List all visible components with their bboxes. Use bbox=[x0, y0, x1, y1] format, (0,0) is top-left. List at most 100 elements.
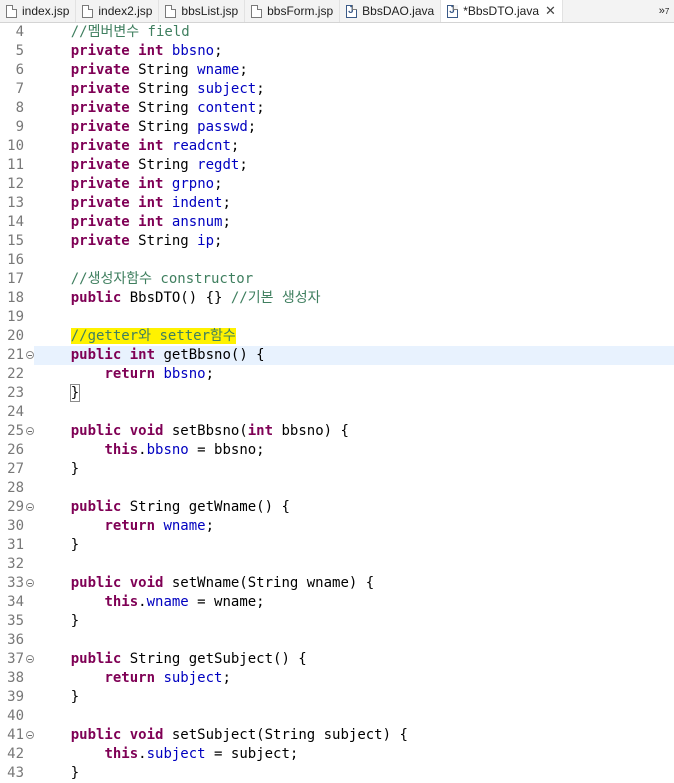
code-line[interactable]: 21 public int getBbsno() { bbox=[0, 346, 674, 365]
code-text: } bbox=[37, 612, 79, 631]
code-text: private String passwd; bbox=[37, 118, 256, 137]
code-token: indent bbox=[171, 195, 223, 211]
code-line[interactable]: 28 bbox=[0, 479, 674, 498]
code-text: //생성자함수 constructor bbox=[37, 270, 253, 289]
code-token: ; bbox=[230, 138, 240, 154]
code-token: //기본 생성자 bbox=[230, 290, 321, 306]
code-line[interactable]: 14 private int ansnum; bbox=[0, 213, 674, 232]
code-token: int bbox=[138, 214, 164, 230]
code-line[interactable]: 38 return subject; bbox=[0, 669, 674, 688]
code-line[interactable]: 33 public void setWname(String wname) { bbox=[0, 574, 674, 593]
code-line[interactable]: 27 } bbox=[0, 460, 674, 479]
line-number: 15 bbox=[7, 233, 24, 249]
code-editor[interactable]: 4 //멤버변수 field 5 private int bbsno; 6 priv… bbox=[0, 23, 674, 783]
line-number: 22 bbox=[7, 366, 24, 382]
code-line[interactable]: 29 public String getWname() { bbox=[0, 498, 674, 517]
code-token: String bbox=[129, 157, 198, 173]
code-line[interactable]: 8 private String content; bbox=[0, 99, 674, 118]
code-token: wname bbox=[146, 594, 189, 610]
tab-bbsdao-java[interactable]: BbsDAO.java bbox=[340, 0, 442, 22]
line-number: 21 bbox=[7, 347, 24, 363]
code-token: } bbox=[37, 689, 80, 705]
code-token: private bbox=[70, 100, 130, 116]
code-line[interactable]: 41 public void setSubject(String subject… bbox=[0, 726, 674, 745]
code-line[interactable]: 35 } bbox=[0, 612, 674, 631]
java-file-icon bbox=[346, 4, 358, 18]
code-token: grpno bbox=[171, 176, 215, 192]
line-number: 7 bbox=[15, 81, 24, 97]
collapse-fold-icon[interactable] bbox=[26, 579, 34, 587]
line-number: 9 bbox=[15, 119, 24, 135]
code-token: . bbox=[138, 746, 147, 762]
code-line[interactable]: 11 private String regdt; bbox=[0, 156, 674, 175]
code-line[interactable]: 16 bbox=[0, 251, 674, 270]
code-line[interactable]: 5 private int bbsno; bbox=[0, 42, 674, 61]
code-line[interactable]: 10 private int readcnt; bbox=[0, 137, 674, 156]
code-line[interactable]: 31 } bbox=[0, 536, 674, 555]
jsp-file-icon bbox=[82, 4, 94, 18]
collapse-fold-icon[interactable] bbox=[26, 351, 34, 359]
line-number: 41 bbox=[7, 727, 24, 743]
code-text: public void setBbsno(int bbsno) { bbox=[37, 422, 349, 441]
code-line[interactable]: 43 } bbox=[0, 764, 674, 783]
code-line[interactable]: 19 bbox=[0, 308, 674, 327]
code-line[interactable]: 37 public String getSubject() { bbox=[0, 650, 674, 669]
code-token: private bbox=[70, 138, 130, 154]
code-line[interactable]: 17 //생성자함수 constructor bbox=[0, 270, 674, 289]
code-line[interactable]: 32 bbox=[0, 555, 674, 574]
code-token: String bbox=[129, 119, 198, 135]
tab-index2-jsp[interactable]: index2.jsp bbox=[76, 0, 160, 22]
line-gutter: 37 bbox=[0, 650, 34, 669]
line-gutter: 10 bbox=[0, 137, 34, 156]
code-line[interactable]: 40 bbox=[0, 707, 674, 726]
line-number: 13 bbox=[7, 195, 24, 211]
tab-bbsdto-java[interactable]: *BbsDTO.java ✕ bbox=[441, 0, 563, 22]
collapse-fold-icon[interactable] bbox=[26, 503, 34, 511]
code-line[interactable]: 25 public void setBbsno(int bbsno) { bbox=[0, 422, 674, 441]
tab-bbsform-jsp[interactable]: bbsForm.jsp bbox=[245, 0, 341, 22]
code-text: } bbox=[37, 764, 79, 783]
line-gutter: 5 bbox=[0, 42, 34, 61]
code-text: private String subject; bbox=[37, 80, 265, 99]
collapse-fold-icon[interactable] bbox=[26, 655, 34, 663]
line-number: 10 bbox=[7, 138, 24, 154]
line-gutter: 32 bbox=[0, 555, 34, 574]
code-line[interactable]: 39 } bbox=[0, 688, 674, 707]
code-token: //getter와 setter함수 bbox=[70, 328, 236, 344]
code-token: return bbox=[104, 670, 156, 686]
code-line[interactable]: 24 bbox=[0, 403, 674, 422]
tab-bbslist-jsp[interactable]: bbsList.jsp bbox=[159, 0, 246, 22]
code-line[interactable]: 6 private String wname; bbox=[0, 61, 674, 80]
code-token: setWname(String wname) { bbox=[163, 575, 375, 591]
line-number: 32 bbox=[7, 556, 24, 572]
collapse-fold-icon[interactable] bbox=[26, 427, 34, 435]
collapse-fold-icon[interactable] bbox=[26, 731, 34, 739]
code-line[interactable]: 13 private int indent; bbox=[0, 194, 674, 213]
code-line[interactable]: 7 private String subject; bbox=[0, 80, 674, 99]
code-line[interactable]: 34 this.wname = wname; bbox=[0, 593, 674, 612]
code-token: String bbox=[129, 62, 198, 78]
code-line[interactable]: 36 bbox=[0, 631, 674, 650]
code-line[interactable]: 9 private String passwd; bbox=[0, 118, 674, 137]
code-line[interactable]: 20 //getter와 setter함수 bbox=[0, 327, 674, 346]
code-line[interactable]: 4 //멤버변수 field bbox=[0, 23, 674, 42]
code-line[interactable]: 26 this.bbsno = bbsno; bbox=[0, 441, 674, 460]
code-line[interactable]: 12 private int grpno; bbox=[0, 175, 674, 194]
tab-overflow-button[interactable]: » 7 bbox=[654, 0, 674, 22]
close-icon[interactable]: ✕ bbox=[545, 3, 556, 19]
code-line[interactable]: 23 } bbox=[0, 384, 674, 403]
code-text: } bbox=[37, 536, 79, 555]
code-token: public bbox=[70, 290, 122, 306]
code-line[interactable]: 30 return wname; bbox=[0, 517, 674, 536]
tab-index-jsp[interactable]: index.jsp bbox=[0, 0, 77, 22]
code-line[interactable]: 22 return bbsno; bbox=[0, 365, 674, 384]
code-line[interactable]: 42 this.subject = subject; bbox=[0, 745, 674, 764]
code-line[interactable]: 15 private String ip; bbox=[0, 232, 674, 251]
code-line[interactable]: 18 public BbsDTO() {} //기본 생성자 bbox=[0, 289, 674, 308]
